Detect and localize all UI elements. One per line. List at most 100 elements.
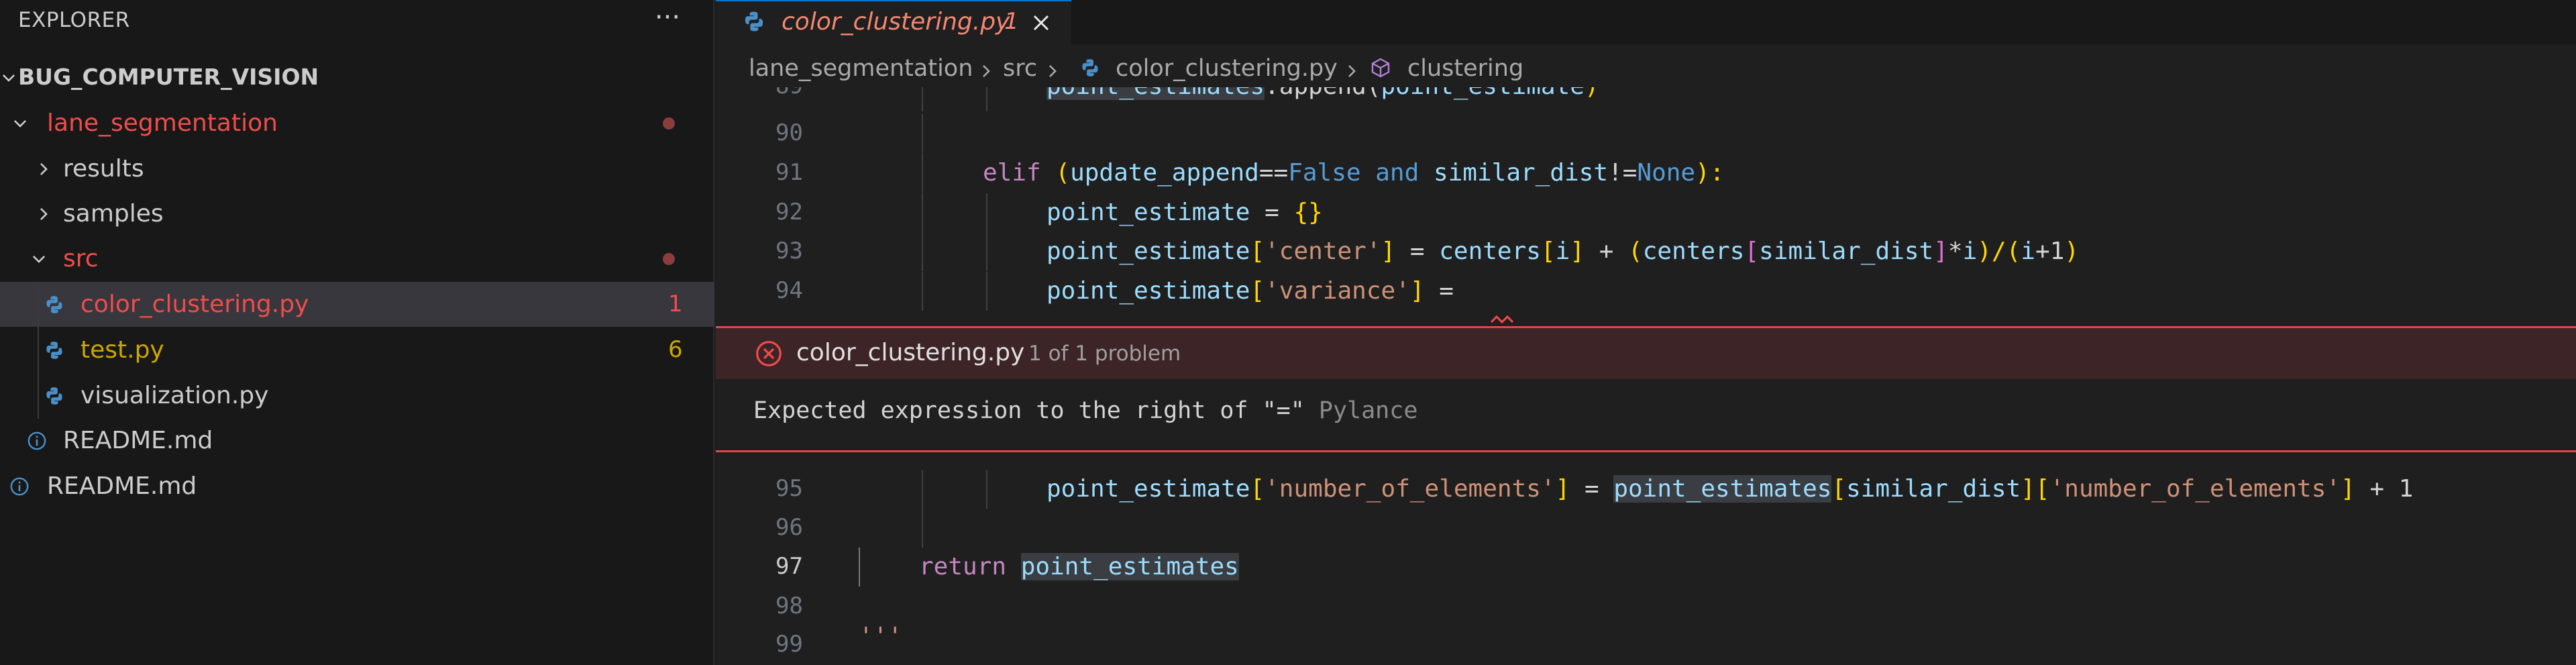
line-number: 99 [775, 631, 803, 658]
tab-label: color_clustering.py [782, 8, 1010, 36]
symbol-class-icon [1370, 57, 1391, 85]
close-icon[interactable] [1024, 5, 1058, 40]
tab-problem-count: 1 [1004, 8, 1019, 35]
tree-item-samples[interactable]: samples [0, 191, 714, 236]
line-number: 96 [775, 514, 803, 541]
python-file-icon [44, 295, 64, 315]
python-file-icon [44, 340, 64, 360]
breadcrumb-item[interactable]: src [1003, 55, 1037, 82]
token: ) [1585, 87, 1599, 100]
code-line-current[interactable]: 97 return point_estimates [716, 548, 2576, 586]
explorer-title: EXPLORER [18, 8, 130, 32]
token: point_estimate [1046, 199, 1250, 226]
line-number: 91 [775, 159, 803, 186]
code-line[interactable]: 99 ''' [716, 623, 2576, 663]
token: 'variance' [1265, 277, 1410, 305]
indent-guide [922, 154, 923, 193]
chevron-down-icon [30, 250, 48, 268]
token: False [1288, 159, 1361, 187]
tree-item-lane-segmentation[interactable]: lane_segmentation [0, 101, 714, 146]
line-number: 93 [775, 238, 803, 264]
chevron-right-icon [977, 59, 995, 78]
tree-item-results[interactable]: results [0, 146, 714, 191]
tree-item-src[interactable]: src [0, 236, 714, 281]
error-circle-icon [755, 340, 783, 370]
problem-peek-header: color_clustering.py 1 of 1 problem [716, 328, 2576, 379]
editor-area: color_clustering.py 1 lane_segmentation … [716, 0, 2576, 665]
breadcrumb-item[interactable]: color_clustering.py [1116, 55, 1338, 82]
tab-bar: color_clustering.py 1 [716, 0, 2576, 44]
token: update_append [1070, 159, 1259, 187]
code-line[interactable]: 98 [716, 587, 2576, 626]
modified-dot-indicator [663, 117, 675, 130]
line-number: 94 [775, 277, 803, 304]
token: return [919, 553, 1007, 580]
token: [ [1250, 277, 1265, 305]
indent-guide [922, 87, 923, 111]
tree-item-readme-md-root[interactable]: README.md [0, 464, 714, 509]
tree-item-test-py[interactable]: test.py 6 [0, 327, 714, 372]
token: ( [1628, 238, 1643, 265]
python-icon [743, 10, 765, 36]
token: == [1258, 159, 1289, 187]
breadcrumb-item[interactable]: lane_segmentation [749, 55, 973, 82]
chevron-down-icon [0, 69, 17, 87]
token: point_estimate [1046, 475, 1250, 503]
indent-guide [986, 87, 987, 111]
token: ] [1381, 238, 1396, 265]
problem-count-badge: 6 [668, 336, 683, 363]
token: * [1947, 238, 1963, 265]
chevron-right-icon [1343, 59, 1360, 78]
token: ): [1695, 159, 1725, 187]
ellipsis-icon[interactable]: ··· [651, 4, 684, 38]
token: [ [1540, 238, 1556, 265]
tree-item-readme-md[interactable]: README.md [0, 418, 714, 463]
token: i [1555, 238, 1570, 265]
token: i [1962, 238, 1978, 265]
code-line[interactable]: 89 point_estimates.append(point_estimate… [716, 87, 2576, 111]
token: [ [1250, 238, 1265, 265]
info-icon [27, 431, 47, 451]
token: ] [1409, 277, 1425, 305]
code-text: point_estimates.append(point_estimate) [1046, 87, 1599, 100]
token: 'center' [1265, 238, 1381, 265]
chevron-right-icon [35, 205, 52, 223]
explorer-sidebar: EXPLORER ··· BUG_COMPUTER_VISION lane_se… [0, 0, 714, 665]
code-line[interactable]: 90 [716, 114, 2576, 153]
code-line[interactable]: 95 point_estimate['number_of_elements'] … [716, 470, 2576, 509]
tree-item-label: lane_segmentation [47, 109, 278, 137]
code-line[interactable]: 92 point_estimate = {} [716, 193, 2576, 232]
problem-peek-widget: color_clustering.py 1 of 1 problem Expec… [716, 326, 2576, 452]
token: .append( [1265, 87, 1381, 100]
breadcrumb-item[interactable]: clustering [1407, 55, 1523, 82]
indent-guide [922, 232, 923, 271]
token: ] [2021, 475, 2035, 503]
python-icon [1080, 57, 1100, 84]
tab-color-clustering-py[interactable]: color_clustering.py 1 [716, 0, 1071, 44]
code-line[interactable]: 96 [716, 509, 2576, 548]
token: != [1608, 159, 1638, 187]
tree-item-visualization-py[interactable]: visualization.py [0, 373, 714, 418]
token: point_estimate [1046, 238, 1250, 265]
token: = [1424, 277, 1454, 305]
code-text: point_estimate['number_of_elements'] = p… [1046, 475, 2413, 503]
line-number: 92 [775, 199, 803, 225]
problem-file-name[interactable]: color_clustering.py [796, 339, 1024, 366]
indent-guide [922, 193, 923, 232]
line-number: 90 [775, 119, 803, 146]
code-line[interactable]: 93 point_estimate['center'] = centers[i]… [716, 232, 2576, 271]
chevron-right-icon [1044, 59, 1061, 78]
explorer-root-bug-computer-vision[interactable]: BUG_COMPUTER_VISION [0, 55, 714, 100]
tree-item-color-clustering-py[interactable]: color_clustering.py 1 [0, 282, 714, 327]
token: ] [1933, 238, 1948, 265]
indent-guide [922, 272, 923, 311]
code-text: ''' [859, 623, 902, 650]
code-line[interactable]: 91 elif (update_append==False and simila… [716, 154, 2576, 193]
code-line[interactable]: 94 point_estimate['variance'] = [716, 272, 2576, 311]
token: 'number_of_elements' [1265, 475, 1556, 503]
token: similar_dist [1846, 475, 2021, 503]
line-number: 95 [775, 475, 803, 502]
code-text: elif (update_append==False and similar_d… [983, 159, 1724, 187]
tree-item-label: README.md [63, 427, 213, 454]
tree-item-label: samples [63, 200, 164, 227]
